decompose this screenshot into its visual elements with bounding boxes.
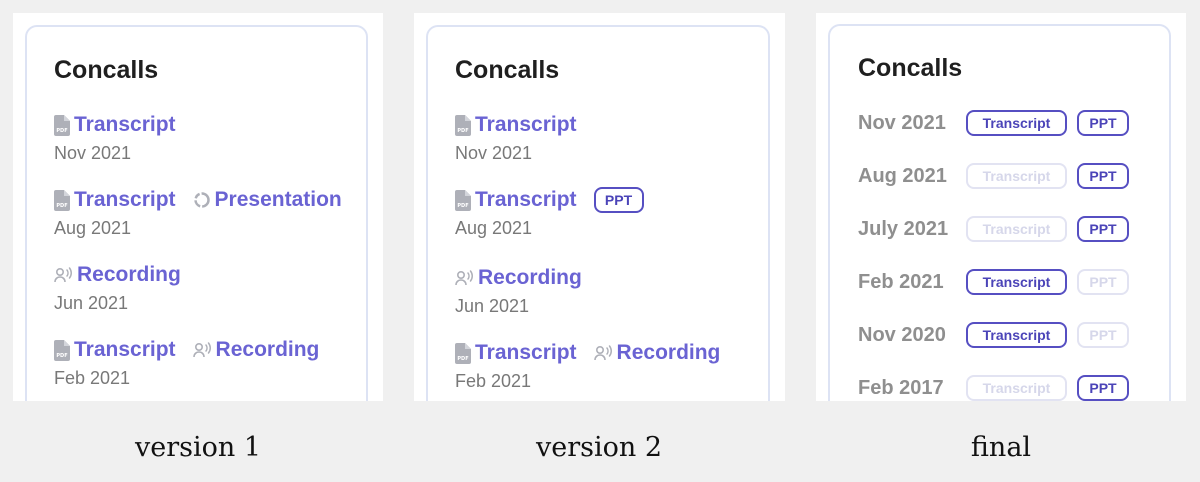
link-label: Transcript bbox=[74, 338, 176, 361]
concall-date: Jun 2021 bbox=[455, 296, 530, 316]
concall-date: Nov 2021 bbox=[858, 111, 946, 134]
svg-text:PDF: PDF bbox=[56, 203, 67, 209]
pdf-icon: PDF bbox=[54, 339, 70, 361]
concall-date: Jun 2021 bbox=[54, 293, 129, 313]
transcript-link[interactable]: PDF Transcript bbox=[455, 188, 577, 212]
panel-version-1: Concalls PDF Transcript Nov 2021 PDF Tra… bbox=[13, 13, 383, 401]
transcript-link[interactable]: PDF Transcript bbox=[54, 338, 176, 362]
ppt-pill[interactable]: PPT bbox=[1077, 110, 1129, 136]
concall-entry: PDF Transcript Recording Feb 2021 bbox=[455, 339, 737, 390]
concall-date: July 2021 bbox=[858, 217, 949, 240]
ppt-pill[interactable]: PPT bbox=[1077, 216, 1129, 242]
transcript-pill: Transcript bbox=[966, 375, 1067, 401]
card-title: Concalls bbox=[858, 54, 963, 82]
caption-final: final bbox=[970, 432, 1032, 463]
concall-row: Nov 2021 Transcript PPT bbox=[858, 108, 1129, 138]
concall-date: Feb 2021 bbox=[455, 371, 532, 391]
concall-date: Aug 2021 bbox=[858, 164, 947, 187]
transcript-pill[interactable]: Transcript bbox=[966, 110, 1067, 136]
recording-link[interactable]: Recording bbox=[54, 263, 181, 287]
recording-link[interactable]: Recording bbox=[192, 338, 320, 362]
svg-text:PDF: PDF bbox=[56, 128, 67, 134]
link-label: Transcript bbox=[475, 341, 577, 364]
transcript-pill[interactable]: Transcript bbox=[966, 322, 1067, 348]
link-label: Recording bbox=[478, 266, 582, 289]
concall-date: Feb 2017 bbox=[858, 376, 944, 399]
concall-row: Nov 2020 Transcript PPT bbox=[858, 320, 1129, 350]
pdf-icon: PDF bbox=[455, 189, 471, 211]
transcript-link[interactable]: PDF Transcript bbox=[54, 188, 176, 212]
recording-icon bbox=[54, 267, 72, 283]
concall-row: Feb 2021 Transcript PPT bbox=[858, 267, 1129, 297]
concalls-card: Concalls Nov 2021 Transcript PPT Aug 202… bbox=[828, 24, 1171, 401]
presentation-link[interactable]: Presentation bbox=[193, 188, 342, 212]
transcript-pill[interactable]: Transcript bbox=[966, 269, 1067, 295]
concall-entry: Recording Jun 2021 bbox=[455, 264, 599, 315]
concall-date: Nov 2021 bbox=[455, 143, 533, 163]
concall-row: July 2021 Transcript PPT bbox=[858, 214, 1129, 244]
link-label: Recording bbox=[215, 338, 320, 361]
panel-version-2: Concalls PDF Transcript Nov 2021 PDF Tra… bbox=[414, 13, 785, 401]
concall-row: Aug 2021 Transcript PPT bbox=[858, 161, 1129, 191]
caption-version-2: version 2 bbox=[535, 432, 663, 463]
concall-entry: PDF Transcript Nov 2021 bbox=[455, 111, 594, 162]
card-title: Concalls bbox=[455, 56, 560, 84]
concall-date: Nov 2021 bbox=[54, 143, 132, 163]
card-title: Concalls bbox=[54, 56, 159, 84]
presentation-icon bbox=[193, 192, 210, 208]
ppt-pill[interactable]: PPT bbox=[1077, 163, 1129, 189]
recording-link[interactable]: Recording bbox=[455, 266, 582, 290]
concalls-card: Concalls PDF Transcript Nov 2021 PDF Tra… bbox=[25, 25, 368, 401]
link-label: Presentation bbox=[214, 188, 342, 211]
concall-date: Aug 2021 bbox=[54, 218, 132, 238]
concall-entry: PDF Transcript Nov 2021 bbox=[54, 111, 193, 162]
transcript-link[interactable]: PDF Transcript bbox=[455, 113, 577, 137]
panel-final: Concalls Nov 2021 Transcript PPT Aug 202… bbox=[816, 13, 1186, 401]
ppt-pill[interactable]: PPT bbox=[593, 187, 644, 213]
ppt-pill[interactable]: PPT bbox=[1077, 375, 1129, 401]
recording-icon bbox=[192, 342, 211, 358]
recording-link[interactable]: Recording bbox=[593, 341, 721, 365]
concall-row: Feb 2017 Transcript PPT bbox=[858, 373, 1129, 401]
link-label: Transcript bbox=[475, 113, 577, 136]
concalls-card: Concalls PDF Transcript Nov 2021 PDF Tra… bbox=[426, 25, 770, 401]
svg-text:PDF: PDF bbox=[56, 353, 67, 359]
recording-icon bbox=[455, 270, 473, 286]
concall-date: Nov 2020 bbox=[858, 323, 946, 346]
ppt-pill: PPT bbox=[1077, 269, 1129, 295]
link-label: Recording bbox=[77, 263, 181, 286]
caption-version-1: version 1 bbox=[134, 432, 262, 463]
concall-entry: PDF Transcript PPT Aug 2021 bbox=[455, 186, 644, 237]
ppt-pill: PPT bbox=[1077, 322, 1129, 348]
concall-date: Feb 2021 bbox=[858, 270, 944, 293]
link-label: Recording bbox=[616, 341, 721, 364]
concall-entry: PDF Transcript Presentation Aug 2021 bbox=[54, 186, 359, 237]
concall-date: Feb 2021 bbox=[54, 368, 131, 388]
recording-icon bbox=[593, 345, 612, 361]
link-label: Transcript bbox=[74, 188, 176, 211]
pdf-icon: PDF bbox=[54, 189, 70, 211]
concall-entry: PDF Transcript Recording Feb 2021 bbox=[54, 336, 336, 387]
svg-text:PDF: PDF bbox=[457, 203, 468, 209]
link-label: Transcript bbox=[74, 113, 176, 136]
transcript-link[interactable]: PDF Transcript bbox=[54, 113, 176, 137]
pdf-icon: PDF bbox=[54, 114, 70, 136]
svg-text:PDF: PDF bbox=[457, 356, 468, 362]
pdf-icon: PDF bbox=[455, 342, 471, 364]
transcript-link[interactable]: PDF Transcript bbox=[455, 341, 577, 365]
pdf-icon: PDF bbox=[455, 114, 471, 136]
svg-text:PDF: PDF bbox=[457, 128, 468, 134]
transcript-pill: Transcript bbox=[966, 216, 1067, 242]
link-label: Transcript bbox=[475, 188, 577, 211]
concall-date: Aug 2021 bbox=[455, 218, 533, 238]
concall-entry: Recording Jun 2021 bbox=[54, 261, 198, 312]
transcript-pill: Transcript bbox=[966, 163, 1067, 189]
